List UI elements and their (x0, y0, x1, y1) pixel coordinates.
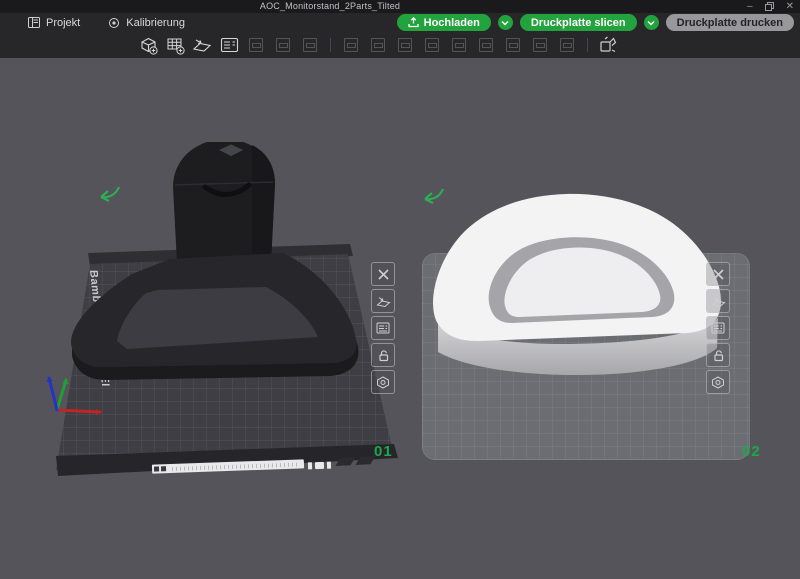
text-tool-icon[interactable] (557, 35, 577, 55)
restore-icon[interactable] (764, 2, 774, 11)
window-controls: – ✕ (747, 0, 794, 13)
window-title: AOC_Monitorstand_2Parts_Tilted (259, 1, 401, 11)
chevron-down-icon (647, 20, 655, 25)
seam-paint-icon[interactable] (530, 35, 550, 55)
titlebar: AOC_Monitorstand_2Parts_Tilted – ✕ (0, 0, 800, 13)
split-object-icon[interactable] (449, 35, 469, 55)
support-paint-icon[interactable] (503, 35, 523, 55)
project-icon (28, 17, 40, 28)
chevron-down-icon (501, 20, 509, 25)
plate-settings-icon[interactable] (371, 316, 395, 340)
qr-code-icon (160, 466, 167, 472)
add-model-icon[interactable] (138, 35, 158, 55)
add-plate-icon[interactable] (165, 35, 185, 55)
toolbar-separator (587, 38, 588, 52)
menubar: Projekt Kalibrierung Hochladen Druckplat… (0, 13, 800, 32)
split-part-icon[interactable] (476, 35, 496, 55)
plate-name-icon[interactable] (371, 370, 395, 394)
menu-item-label: Projekt (46, 16, 81, 29)
menu-item-kalibrierung[interactable]: Kalibrierung (108, 17, 185, 29)
move-icon[interactable] (341, 35, 361, 55)
menu-item-label: Kalibrierung (126, 16, 185, 29)
plate-settings-icon[interactable] (706, 316, 730, 340)
delete-plate-icon[interactable] (706, 262, 730, 286)
clone-icon[interactable] (300, 35, 320, 55)
plate-front-glyphs (307, 461, 332, 470)
mirror-icon[interactable] (422, 35, 442, 55)
plate-number-2[interactable]: 02 (742, 443, 761, 460)
close-icon[interactable]: ✕ (786, 0, 794, 13)
plate-2-edit-arrow-icon[interactable] (424, 188, 445, 204)
assembly-view-icon[interactable] (598, 35, 618, 55)
slice-plate-button[interactable]: Druckplatte slicen (519, 14, 637, 31)
print-plate-button[interactable]: Druckplatte drucken (665, 14, 794, 31)
delete-plate-icon[interactable] (371, 262, 395, 286)
toolbar (0, 32, 800, 58)
upload-icon (407, 17, 419, 28)
plate-number-1[interactable]: 01 (374, 443, 393, 460)
lock-plate-icon[interactable] (371, 343, 395, 367)
upload-button[interactable]: Hochladen (396, 14, 491, 31)
object-list-icon[interactable] (219, 35, 239, 55)
arrange-plate-icon[interactable] (371, 289, 395, 313)
rotate-icon[interactable] (368, 35, 388, 55)
arrange-plate-icon[interactable] (706, 289, 730, 313)
calibration-target-icon (108, 17, 120, 29)
menu-item-projekt[interactable]: Projekt (28, 17, 80, 29)
plate-1-edit-arrow-icon[interactable] (100, 186, 121, 202)
plate-1-toolbar (371, 262, 395, 394)
plate-2-toolbar (706, 262, 730, 394)
build-plate-2[interactable] (422, 253, 750, 460)
action-buttons: Hochladen Druckplatte slicen Druckplatte… (396, 14, 794, 31)
plate-corner-hatch (335, 455, 376, 467)
redo-icon[interactable] (273, 35, 293, 55)
scale-icon[interactable] (395, 35, 415, 55)
barcode-lines (171, 461, 301, 471)
bambu-studio-window: AOC_Monitorstand_2Parts_Tilted – ✕ Proje… (0, 0, 800, 579)
undo-icon[interactable] (246, 35, 266, 55)
arrange-icon[interactable] (192, 35, 212, 55)
slice-dropdown-button[interactable] (643, 15, 659, 30)
lock-plate-icon[interactable] (706, 343, 730, 367)
plate-name-icon[interactable] (706, 370, 730, 394)
toolbar-separator (330, 38, 331, 52)
qr-code-icon (153, 466, 160, 472)
minimize-icon[interactable]: – (747, 0, 753, 13)
upload-dropdown-button[interactable] (497, 15, 513, 30)
viewport-3d[interactable]: Bambu Textured PEI 01 02 (0, 58, 800, 579)
